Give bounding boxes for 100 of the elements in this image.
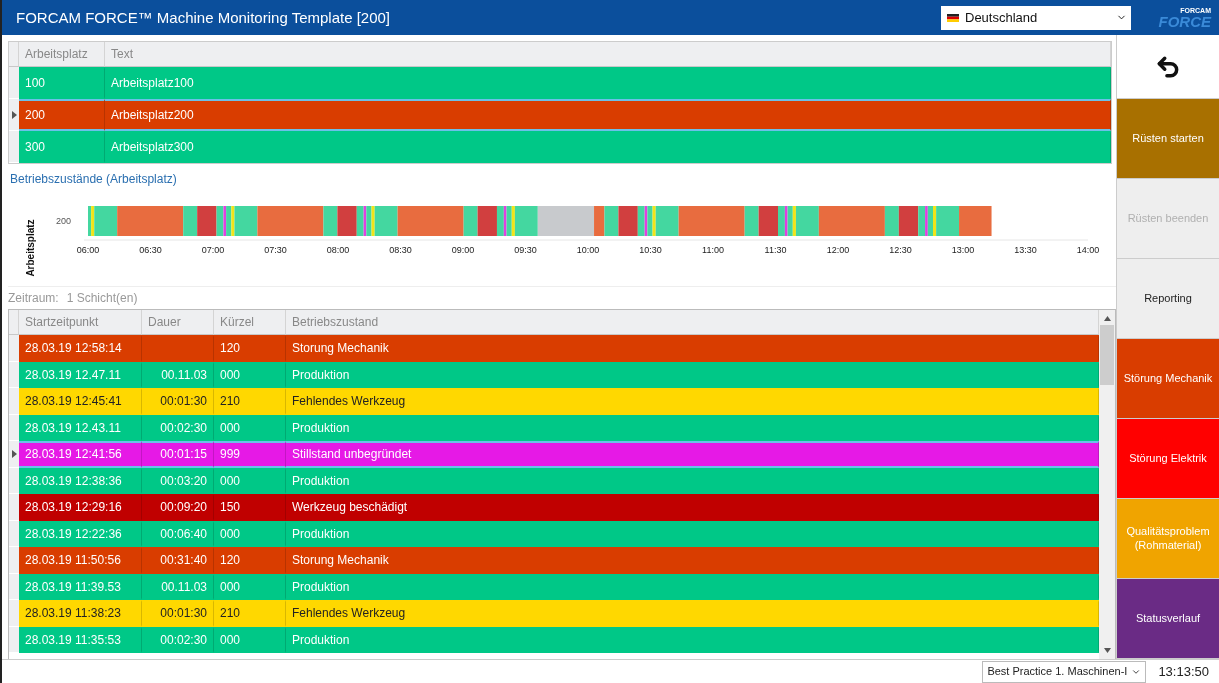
time-label: 06:30 bbox=[139, 245, 162, 255]
time-label: 10:30 bbox=[639, 245, 662, 255]
action-button[interactable]: Reporting bbox=[1117, 259, 1219, 339]
column-header bbox=[9, 310, 19, 335]
table-cell[interactable]: 28.03.19 12:38:36 bbox=[19, 467, 142, 494]
table-cell[interactable]: 999 bbox=[214, 441, 286, 468]
table-cell[interactable]: Arbeitsplatz100 bbox=[105, 67, 1111, 99]
table-cell[interactable]: 28.03.19 11:39.53 bbox=[19, 573, 142, 600]
table-cell[interactable]: 00:01:30 bbox=[142, 388, 214, 415]
table-cell[interactable]: 210 bbox=[214, 600, 286, 627]
table-cell[interactable]: 000 bbox=[214, 361, 286, 388]
chart-title: Betriebszustände (Arbeitsplatz) bbox=[10, 172, 178, 186]
table-cell[interactable]: 200 bbox=[19, 99, 105, 131]
table-cell[interactable]: 000 bbox=[214, 414, 286, 441]
row-label: 200 bbox=[56, 216, 72, 226]
table-cell[interactable]: Produktion bbox=[286, 573, 1099, 600]
table-cell[interactable]: Storung Mechanik bbox=[286, 335, 1099, 362]
time-label: 10:00 bbox=[576, 245, 600, 255]
time-label: 12:00 bbox=[826, 245, 850, 255]
column-header: Text bbox=[105, 42, 1111, 67]
period-value: 1 Schicht(en) bbox=[66, 291, 138, 305]
action-button[interactable]: Qualitätsproblem (Rohmaterial) bbox=[1117, 499, 1219, 579]
row-header[interactable] bbox=[9, 99, 19, 131]
column-header: Dauer bbox=[142, 310, 214, 335]
action-button[interactable]: Störung Elektrik bbox=[1117, 419, 1219, 499]
table-cell[interactable] bbox=[142, 335, 214, 362]
row-header[interactable] bbox=[9, 441, 19, 468]
column-header: Arbeitsplatz bbox=[19, 42, 105, 67]
table-cell[interactable]: 00:09:20 bbox=[142, 494, 214, 521]
scrollbar[interactable] bbox=[1099, 310, 1115, 659]
time-label: 07:00 bbox=[201, 245, 225, 255]
table-cell[interactable]: 28.03.19 12:45:41 bbox=[19, 388, 142, 415]
table-cell[interactable]: Storung Mechanik bbox=[286, 547, 1099, 574]
scroll-down-icon[interactable] bbox=[1103, 648, 1111, 653]
table-cell[interactable]: Arbeitsplatz200 bbox=[105, 99, 1111, 131]
table-cell[interactable]: Arbeitsplatz300 bbox=[105, 131, 1111, 163]
time-label: 09:30 bbox=[514, 245, 537, 255]
table-cell[interactable]: 000 bbox=[214, 520, 286, 547]
time-label: 06:00 bbox=[76, 245, 100, 255]
table-cell[interactable]: Produktion bbox=[286, 520, 1099, 547]
scroll-thumb[interactable] bbox=[1100, 325, 1114, 385]
table-cell[interactable]: 00:02:30 bbox=[142, 626, 214, 653]
table-cell[interactable]: Produktion bbox=[286, 414, 1099, 441]
time-label: 13:30 bbox=[1014, 245, 1037, 255]
column-header: Betriebszustand bbox=[286, 310, 1099, 335]
row-pointer-icon bbox=[11, 110, 17, 119]
table-cell[interactable]: 28.03.19 12.47.11 bbox=[19, 361, 142, 388]
scroll-up-icon[interactable] bbox=[1103, 316, 1111, 321]
time-label: 12:30 bbox=[889, 245, 912, 255]
table-cell[interactable]: 00:01:30 bbox=[142, 600, 214, 627]
table-cell[interactable]: 210 bbox=[214, 388, 286, 415]
time-label: 13:00 bbox=[951, 245, 975, 255]
table-cell[interactable]: Stillstand unbegründet bbox=[286, 441, 1099, 468]
table-cell[interactable]: 00.11.03 bbox=[142, 361, 214, 388]
table-cell[interactable]: 300 bbox=[19, 131, 105, 163]
time-label: 11:30 bbox=[764, 245, 787, 255]
table-cell[interactable]: Fehlendes Werkzeug bbox=[286, 600, 1099, 627]
table-cell[interactable]: 28.03.19 11:38:23 bbox=[19, 600, 142, 627]
table-cell[interactable]: 28.03.19 12.43.11 bbox=[19, 414, 142, 441]
table-cell[interactable]: Werkzeug beschädigt bbox=[286, 494, 1099, 521]
action-button[interactable]: Rüsten starten bbox=[1117, 99, 1219, 179]
table-cell[interactable]: 00:01:15 bbox=[142, 441, 214, 468]
table-cell[interactable]: 00:31:40 bbox=[142, 547, 214, 574]
action-button[interactable]: Störung Mechanik bbox=[1117, 339, 1219, 419]
clock-time: 13:13:50 bbox=[1157, 664, 1210, 679]
table-cell[interactable]: 000 bbox=[214, 573, 286, 600]
table-cell[interactable]: 150 bbox=[214, 494, 286, 521]
table-cell[interactable]: 00:02:30 bbox=[142, 414, 214, 441]
table-cell[interactable]: 100 bbox=[19, 67, 105, 99]
table-cell[interactable]: 120 bbox=[214, 335, 286, 362]
action-button[interactable]: Statusverlauf bbox=[1117, 579, 1219, 659]
table-cell[interactable]: 000 bbox=[214, 467, 286, 494]
table-cell[interactable]: 28.03.19 11:50:56 bbox=[19, 547, 142, 574]
column-header: Startzeitpunkt bbox=[19, 310, 142, 335]
axis-label: Arbeitsplatz bbox=[25, 219, 36, 277]
logo-text: FORCE bbox=[1158, 13, 1211, 29]
row-pointer-icon bbox=[11, 449, 17, 458]
template-select[interactable]: Best Practice 1. Maschinen-I bbox=[982, 660, 1147, 683]
time-label: 09:00 bbox=[451, 245, 475, 255]
table-cell[interactable]: 120 bbox=[214, 547, 286, 574]
table-cell[interactable]: 00:06:40 bbox=[142, 520, 214, 547]
period-label: Zeitraum: bbox=[8, 291, 59, 305]
time-label: 11:00 bbox=[702, 245, 724, 255]
time-label: 08:00 bbox=[326, 245, 350, 255]
table-cell[interactable]: Produktion bbox=[286, 467, 1099, 494]
table-cell[interactable]: Fehlendes Werkzeug bbox=[286, 388, 1099, 415]
table-cell[interactable]: 28.03.19 12:58:14 bbox=[19, 335, 142, 362]
table-cell[interactable]: 28.03.19 12:41:56 bbox=[19, 441, 142, 468]
language-select[interactable]: Deutschland bbox=[941, 5, 1131, 30]
column-header: Kürzel bbox=[214, 310, 286, 335]
window-title: FORCAM FORCE™ Machine Monitoring Template [200] bbox=[16, 9, 392, 26]
table-cell[interactable]: 28.03.19 12:22:36 bbox=[19, 520, 142, 547]
table-cell[interactable]: 28.03.19 12:29:16 bbox=[19, 494, 142, 521]
table-cell[interactable]: Produktion bbox=[286, 361, 1099, 388]
table-cell[interactable]: 00.11.03 bbox=[142, 573, 214, 600]
table-cell[interactable]: 00:03:20 bbox=[142, 467, 214, 494]
table-cell[interactable]: 000 bbox=[214, 626, 286, 653]
time-label: 14:00 bbox=[1076, 245, 1100, 255]
table-cell[interactable]: 28.03.19 11:35:53 bbox=[19, 626, 142, 653]
table-cell[interactable]: Produktion bbox=[286, 626, 1099, 653]
